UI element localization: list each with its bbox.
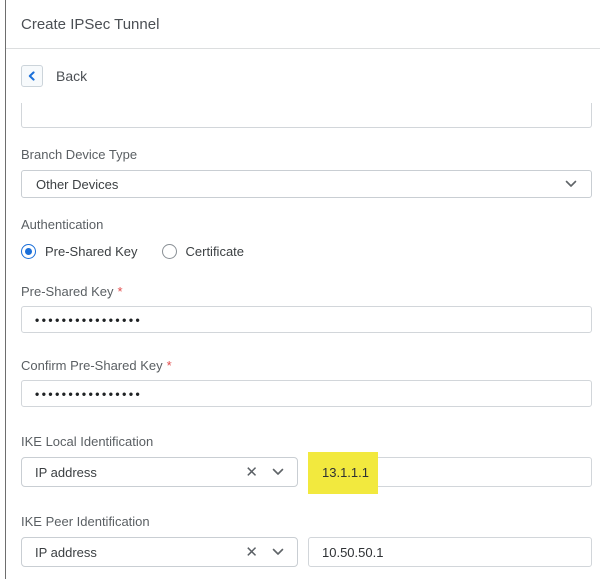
radio-option-certificate[interactable]: Certificate: [162, 244, 245, 259]
ike-peer-identification-label: IKE Peer Identification: [21, 514, 592, 529]
masked-password-value: ••••••••••••••••: [35, 314, 142, 326]
ike-local-type-select[interactable]: IP address ✕: [21, 457, 298, 487]
back-row: Back: [21, 65, 592, 87]
ike-local-value-input[interactable]: 13.1.1.1: [308, 457, 592, 487]
branch-device-type-label: Branch Device Type: [21, 147, 592, 162]
masked-password-value: ••••••••••••••••: [35, 388, 142, 400]
chevron-left-icon: [27, 71, 37, 81]
clear-icon[interactable]: ✕: [245, 465, 258, 480]
ike-local-value: 13.1.1.1: [322, 465, 369, 480]
authentication-radio-group: Pre-Shared Key Certificate: [21, 244, 592, 259]
ike-peer-type-select[interactable]: IP address ✕: [21, 537, 298, 567]
ike-peer-value: 10.50.50.1: [322, 545, 383, 560]
radio-label: Pre-Shared Key: [45, 244, 138, 259]
ike-peer-type-value: IP address: [35, 545, 245, 560]
radio-option-pre-shared-key[interactable]: Pre-Shared Key: [21, 244, 138, 259]
chevron-down-icon[interactable]: [272, 468, 284, 476]
form-content: Back Branch Device Type Other Devices Au…: [6, 65, 600, 579]
page-title: Create IPSec Tunnel: [21, 16, 159, 33]
ike-local-type-value: IP address: [35, 465, 245, 480]
authentication-label: Authentication: [21, 217, 592, 232]
required-asterisk: *: [118, 284, 123, 299]
ike-local-identification-row: IP address ✕ 13.1.1.1: [21, 457, 592, 487]
radio-selected-icon[interactable]: [21, 244, 36, 259]
back-button[interactable]: [21, 65, 43, 87]
pre-shared-key-input[interactable]: ••••••••••••••••: [21, 306, 592, 333]
panel-header: Create IPSec Tunnel: [6, 0, 600, 49]
chevron-down-icon: [565, 180, 577, 188]
ike-local-identification-label: IKE Local Identification: [21, 434, 592, 449]
radio-label: Certificate: [186, 244, 245, 259]
chevron-down-icon[interactable]: [272, 548, 284, 556]
confirm-pre-shared-key-label: Confirm Pre-Shared Key*: [21, 358, 592, 373]
branch-device-type-value: Other Devices: [36, 177, 118, 192]
ike-peer-value-input[interactable]: 10.50.50.1: [308, 537, 592, 567]
confirm-pre-shared-key-input[interactable]: ••••••••••••••••: [21, 380, 592, 407]
required-asterisk: *: [167, 358, 172, 373]
back-label[interactable]: Back: [56, 68, 87, 84]
pre-shared-key-label: Pre-Shared Key*: [21, 284, 592, 299]
radio-unselected-icon[interactable]: [162, 244, 177, 259]
branch-device-type-select[interactable]: Other Devices: [21, 170, 592, 198]
scrolled-cropped-input[interactable]: [21, 103, 592, 128]
ike-peer-identification-row: IP address ✕ 10.50.50.1: [21, 537, 592, 567]
create-ipsec-tunnel-panel: Create IPSec Tunnel Back Branch Device T…: [5, 0, 600, 579]
clear-icon[interactable]: ✕: [245, 545, 258, 560]
